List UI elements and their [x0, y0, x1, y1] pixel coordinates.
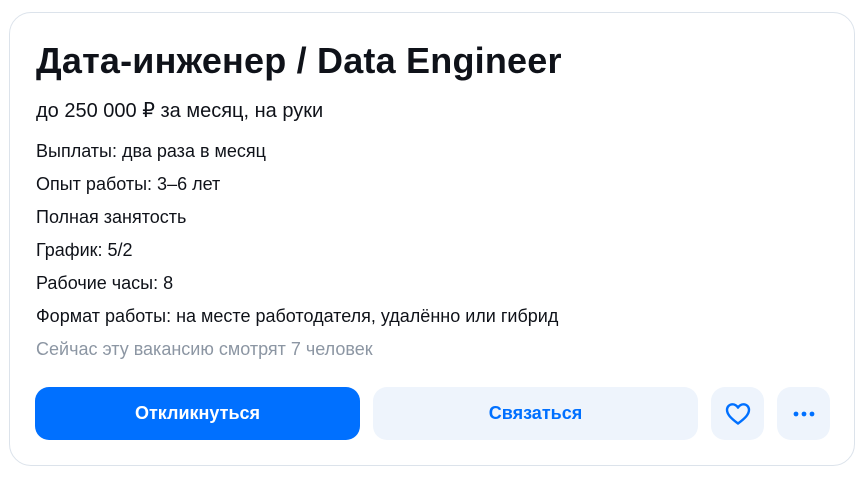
- more-horizontal-icon: [792, 411, 816, 417]
- detail-employment: Полная занятость: [36, 207, 187, 227]
- vacancy-title: Дата-инженер / Data Engineer: [36, 40, 562, 81]
- apply-button[interactable]: Откликнуться: [35, 387, 360, 440]
- detail-payments: Выплаты: два раза в месяц: [36, 141, 266, 161]
- detail-work-format: Формат работы: на месте работодателя, уд…: [36, 306, 559, 326]
- heart-icon: [725, 402, 751, 426]
- vacancy-card: Дата-инженер / Data Engineer до 250 000 …: [9, 12, 855, 466]
- more-actions-button[interactable]: [777, 387, 830, 440]
- viewers-count-text: Сейчас эту вакансию смотрят 7 человек: [36, 339, 373, 359]
- contact-button[interactable]: Связаться: [373, 387, 698, 440]
- detail-experience: Опыт работы: 3–6 лет: [36, 174, 221, 194]
- favorite-button[interactable]: [711, 387, 764, 440]
- vacancy-details: Выплаты: два раза в месяц Опыт работы: 3…: [36, 135, 558, 333]
- detail-working-hours: Рабочие часы: 8: [36, 273, 174, 293]
- detail-schedule: График: 5/2: [36, 240, 133, 260]
- vacancy-salary: до 250 000 ₽ за месяц, на руки: [36, 100, 324, 122]
